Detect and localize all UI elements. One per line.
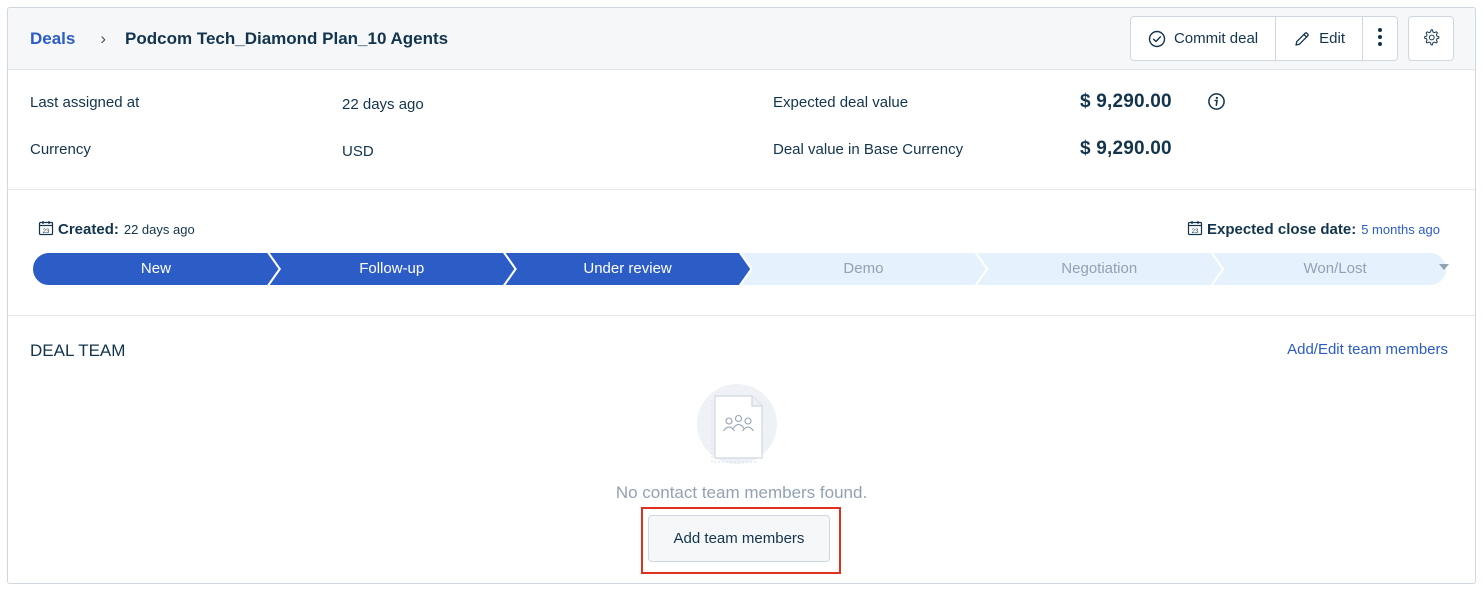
calendar-icon: 23: [38, 220, 54, 239]
edit-label: Edit: [1319, 30, 1345, 47]
pencil-icon: [1293, 30, 1311, 48]
deal-card: Deals › Podcom Tech_Diamond Plan_10 Agen…: [7, 7, 1476, 584]
deal-team-section: DEAL TEAM Add/Edit team members No conta…: [8, 316, 1475, 583]
last-assigned-value: 22 days ago: [342, 96, 424, 113]
more-options-button[interactable]: [1363, 17, 1397, 60]
add-edit-team-link[interactable]: Add/Edit team members: [1287, 341, 1448, 358]
settings-button[interactable]: [1408, 16, 1454, 61]
pipeline-stage-under-review[interactable]: Under review: [516, 252, 740, 286]
edit-button[interactable]: Edit: [1276, 17, 1363, 60]
empty-team-message: No contact team members found.: [615, 483, 868, 502]
pipeline-stage-demo[interactable]: Demo: [752, 252, 976, 286]
created-label: Created:: [58, 221, 119, 238]
deal-title: Podcom Tech_Diamond Plan_10 Agents: [125, 28, 449, 48]
svg-text:23: 23: [43, 229, 50, 235]
close-date-info: 23 Expected close date: 5 months ago: [1187, 220, 1440, 239]
pipeline-stage-negotiation[interactable]: Negotiation: [987, 252, 1211, 286]
base-value-label: Deal value in Base Currency: [773, 141, 964, 158]
deal-header: Deals › Podcom Tech_Diamond Plan_10 Agen…: [8, 8, 1475, 70]
pipeline-stage-follow-up[interactable]: Follow-up: [280, 252, 504, 286]
deal-team-title: DEAL TEAM: [30, 341, 126, 360]
close-date-label: Expected close date:: [1206, 221, 1357, 238]
pipeline-stage-new[interactable]: New: [44, 252, 268, 286]
commit-deal-button[interactable]: Commit deal: [1131, 17, 1277, 60]
calendar-icon: 23: [1187, 220, 1203, 239]
action-button-group: Commit deal Edit: [1129, 16, 1398, 61]
expected-value: $ 9,290.00: [1080, 91, 1172, 112]
empty-team-illustration: [696, 383, 778, 469]
breadcrumb-separator: ›: [100, 28, 107, 48]
expected-value-label: Expected deal value: [773, 94, 909, 111]
currency-label: Currency: [30, 141, 91, 158]
commit-deal-label: Commit deal: [1173, 30, 1259, 47]
check-circle-icon: [1148, 30, 1166, 48]
info-icon[interactable]: [1207, 92, 1226, 115]
currency-value: USD: [342, 143, 374, 160]
deal-pipeline: 23 Created: 22 days ago 23 Expected clos…: [8, 190, 1475, 316]
base-value: $ 9,290.00: [1080, 138, 1172, 159]
header-actions: Commit deal Edit: [1129, 16, 1454, 61]
deal-details: Last assigned at 22 days ago Currency US…: [8, 70, 1475, 190]
kebab-menu-icon: [1377, 27, 1383, 51]
created-value: 22 days ago: [123, 222, 195, 237]
add-team-members-button[interactable]: Add team members: [648, 515, 830, 562]
gear-icon: [1422, 28, 1440, 50]
svg-text:23: 23: [1192, 229, 1199, 235]
close-date-value[interactable]: 5 months ago: [1361, 222, 1440, 237]
pipeline-stage-won-lost[interactable]: Won/Lost: [1223, 252, 1447, 286]
pipeline-stages: New Follow-up Under review Demo Negotiation W…: [32, 252, 1449, 286]
last-assigned-label: Last assigned at: [30, 94, 140, 111]
created-info: 23 Created: 22 days ago: [38, 220, 195, 239]
breadcrumb-deals-link[interactable]: Deals: [30, 29, 75, 49]
